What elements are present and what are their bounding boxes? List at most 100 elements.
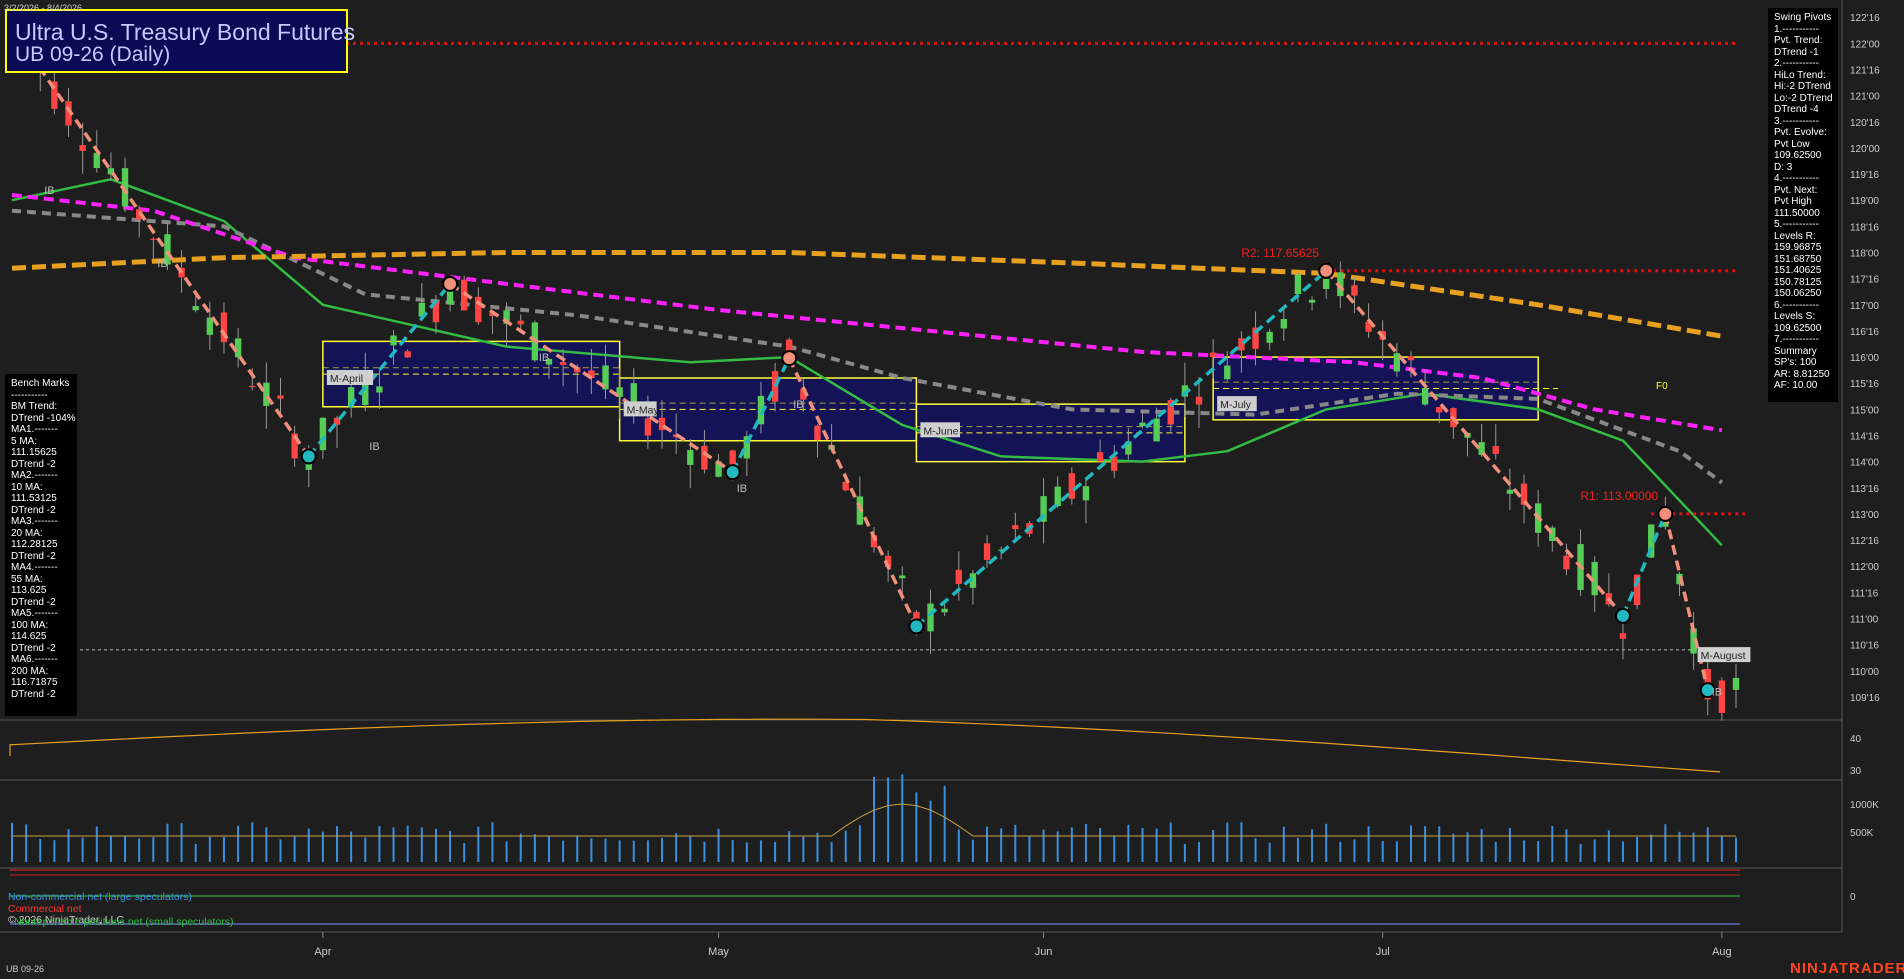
panel-line: 109.62500 <box>1774 322 1822 334</box>
legend-nonreportable: Nonreportable positions net (small specu… <box>14 916 234 928</box>
panel-line: 3.----------- <box>1774 115 1819 127</box>
candle-body <box>814 425 821 440</box>
f0-label: F0 <box>1656 381 1668 392</box>
candle-body <box>1351 285 1358 296</box>
candle-body <box>983 543 991 560</box>
price-chart[interactable]: R2: 117.65625 R1: 113.00000 F0 IB IB IB IB IB IB… <box>0 0 1904 979</box>
candle-body <box>1323 278 1330 290</box>
r2-label: R2: 117.65625 <box>1241 246 1319 260</box>
price-tick-label: 113'16 <box>1850 484 1879 495</box>
panel-line: DTrend -4 <box>1774 104 1819 115</box>
candle-body <box>1308 299 1316 303</box>
panel-line: ----------- <box>11 389 48 401</box>
chart-subtitle: UB 09-26 (Daily) <box>15 43 171 66</box>
candle-body <box>1436 407 1443 413</box>
panel-line: 112.28125 <box>11 539 58 550</box>
candle-body <box>644 418 652 436</box>
swing-pivot-marker <box>442 275 459 292</box>
candle-body <box>390 335 397 346</box>
panel-line: 4.----------- <box>1774 173 1819 184</box>
time-tick-label: Jul <box>1376 946 1390 958</box>
price-tick-label: 117'16 <box>1850 275 1879 286</box>
price-tick-label: 112'00 <box>1850 562 1879 573</box>
candle-body <box>630 383 637 405</box>
candle-body <box>771 371 779 402</box>
price-tick-label: 118'16 <box>1850 222 1879 233</box>
panel-line: 200 MA: <box>11 665 49 677</box>
time-tick-label: Aug <box>1712 946 1732 958</box>
panel-line: SP's: 100 <box>1774 357 1817 368</box>
panel-line: 7.----------- <box>1774 334 1819 345</box>
panel-line: Lo:-2 DTrend <box>1774 92 1833 104</box>
ib-label: IB <box>157 258 167 270</box>
panel-line: Summary <box>1774 345 1817 357</box>
date-range: 3/2/2026 - 8/4/2026 <box>4 3 83 13</box>
price-tick-label: 114'16 <box>1850 432 1879 443</box>
price-tick-label: 111'16 <box>1850 588 1879 599</box>
candle-body <box>249 385 256 388</box>
price-tick-label: 119'16 <box>1850 170 1879 181</box>
price-tick-label: 116'00 <box>1850 353 1879 364</box>
swing-pivot-marker <box>781 350 798 367</box>
candle-body <box>1238 338 1245 351</box>
panel-line: DTrend -2 <box>11 642 56 654</box>
panel-line: D: 3 <box>1774 161 1793 173</box>
candle-body <box>1732 677 1740 690</box>
oscillator-tick: 40 <box>1850 734 1862 745</box>
candle-body <box>1195 396 1203 405</box>
ib-label: IB <box>44 185 54 197</box>
candle-body <box>1012 525 1019 530</box>
candle-body <box>941 608 948 613</box>
price-tick-label: 111'00 <box>1850 615 1879 626</box>
price-tick-label: 121'00 <box>1850 92 1880 103</box>
price-tick-label: 112'16 <box>1850 536 1879 547</box>
panel-line: 159.96875 <box>1774 242 1822 253</box>
panel-line: 2.----------- <box>1774 58 1819 69</box>
ib-label: IB <box>1712 687 1722 699</box>
month-label: M-July <box>1220 399 1252 411</box>
price-tick-label: 120'00 <box>1850 144 1880 155</box>
panel-line: Pvt. Evolve: <box>1774 127 1827 138</box>
month-label: M-May <box>627 404 660 416</box>
panel-line: MA5.------- <box>11 608 58 619</box>
price-tick-label: 110'00 <box>1850 667 1879 678</box>
swing-pivot-marker <box>1614 607 1631 624</box>
price-tick-label: 122'00 <box>1850 39 1880 50</box>
candle-body <box>277 395 284 399</box>
panel-line: Levels S: <box>1774 311 1816 322</box>
panel-line: MA2.------- <box>11 470 58 481</box>
panel-line: MA4.------- <box>11 562 58 573</box>
candle-body <box>192 306 199 311</box>
panel-line: 111.15625 <box>11 447 57 458</box>
swing-pivot-marker <box>1657 505 1674 522</box>
panel-line: DTrend -2 <box>11 504 56 516</box>
candle-body <box>263 382 270 406</box>
candle-body <box>1280 319 1287 329</box>
candle-body <box>687 450 694 465</box>
candle-body <box>517 320 524 325</box>
price-tick-label: 117'00 <box>1850 301 1879 312</box>
panel-line: HiLo Trend: <box>1774 69 1826 81</box>
candle-body <box>150 238 157 240</box>
swing-pivot-marker <box>1318 262 1335 279</box>
candle-body <box>955 569 962 584</box>
candle-body <box>1492 446 1499 454</box>
candle-body <box>1082 486 1090 501</box>
candle-body <box>1619 633 1627 639</box>
candle-body <box>79 145 86 151</box>
candle-body <box>234 338 242 358</box>
volume-tick: 500K <box>1850 828 1874 839</box>
panel-line: 6.----------- <box>1774 299 1819 311</box>
price-tick-label: 115'16 <box>1850 379 1879 390</box>
month-label: M-April <box>330 373 363 385</box>
swing-pivot-marker <box>300 448 317 465</box>
panel-line: 111.53125 <box>11 493 57 504</box>
panel-line: 111.50000 <box>1774 207 1820 219</box>
panel-line: DTrend -2 <box>11 458 56 470</box>
panel-line: Swing Pivots <box>1774 12 1832 23</box>
price-tick-label: 121'16 <box>1850 66 1880 77</box>
month-label: M-June <box>923 425 958 437</box>
candle-body <box>842 481 849 491</box>
candle-body <box>1096 452 1104 462</box>
month-label: M-August <box>1701 650 1746 662</box>
